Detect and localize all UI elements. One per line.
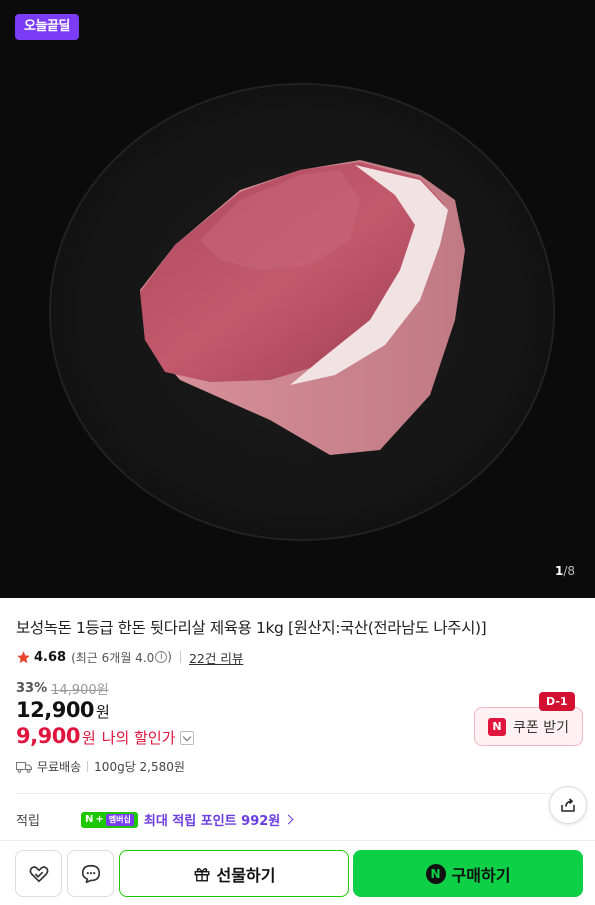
coupon-label: 쿠폰 받기 <box>513 719 569 736</box>
my-discount-price: 9,900 <box>16 724 80 748</box>
max-points: 최대 적립 포인트 992원 <box>143 814 281 829</box>
points-row[interactable]: 적립 N + 멤버십 최대 적립 포인트 992원 <box>16 810 294 829</box>
free-shipping: 무료배송 <box>37 760 82 774</box>
price-row: 12,900 원 <box>16 698 110 722</box>
sale-price: 12,900 <box>16 698 95 722</box>
membership-badge: N + 멤버십 <box>81 811 138 828</box>
unit-price: 100g당 2,580원 <box>94 760 185 774</box>
gift-label: 선물하기 <box>216 865 276 885</box>
section-divider <box>16 793 579 794</box>
deal-badge: 오늘끝딜 <box>15 14 79 40</box>
discount-row: 33% 14,900원 <box>16 679 109 698</box>
truck-icon <box>16 761 32 773</box>
chat-icon <box>81 864 100 883</box>
product-title: 보성녹돈 1등급 한돈 뒷다리살 제육용 1kg [원산지:국산(전라남도 나주… <box>16 619 487 637</box>
review-link[interactable]: 22건 리뷰 <box>189 648 243 667</box>
gift-button[interactable]: 선물하기 <box>119 850 349 897</box>
share-icon <box>561 798 575 812</box>
dday-badge: D-1 <box>539 692 575 711</box>
info-icon[interactable]: i <box>155 651 168 663</box>
membership-label: 멤버십 <box>105 813 134 826</box>
share-button[interactable] <box>549 786 587 824</box>
divider <box>87 761 89 772</box>
bottom-action-bar: 선물하기 N 구매하기 <box>0 840 595 905</box>
heart-icon <box>29 865 48 882</box>
naver-n-icon: N <box>488 717 506 736</box>
image-counter: 1/8 <box>555 564 575 578</box>
image-total: /8 <box>563 564 575 578</box>
rating-row: 4.68 (최근 6개월 4.0 i ) 22건 리뷰 <box>16 648 243 666</box>
naver-pay-icon: N <box>425 863 446 884</box>
coupon-button[interactable]: N 쿠폰 받기 <box>474 707 583 746</box>
like-button[interactable] <box>15 850 62 897</box>
buy-label: 구매하기 <box>451 865 511 885</box>
discount-rate: 33% <box>16 681 48 696</box>
chevron-right-icon <box>283 814 294 825</box>
buy-button[interactable]: N 구매하기 <box>353 850 583 897</box>
my-price-label: 나의 할인가 <box>101 729 176 747</box>
rating-close: ) <box>167 650 172 664</box>
my-price-row[interactable]: 9,900 원 나의 할인가 <box>16 724 194 748</box>
chevron-down-icon[interactable] <box>179 731 194 745</box>
gift-icon <box>194 867 209 881</box>
product-image[interactable]: 오늘끝딜 1/8 <box>0 0 595 598</box>
talk-button[interactable] <box>67 850 114 897</box>
shipping-row: 무료배송 100g당 2,580원 <box>16 758 185 775</box>
my-price-unit: 원 <box>81 729 96 747</box>
divider <box>179 651 181 663</box>
plus-icon: + <box>95 814 104 825</box>
price-unit: 원 <box>96 703 110 721</box>
original-price: 14,900원 <box>51 683 109 698</box>
pork-on-slate-image <box>0 0 595 598</box>
rating-value: 4.68 <box>34 649 67 665</box>
rating-period: (최근 6개월 4.0 <box>71 650 155 665</box>
star-icon <box>17 650 30 663</box>
naver-n-icon: N <box>85 814 94 825</box>
points-label: 적립 <box>16 814 40 829</box>
